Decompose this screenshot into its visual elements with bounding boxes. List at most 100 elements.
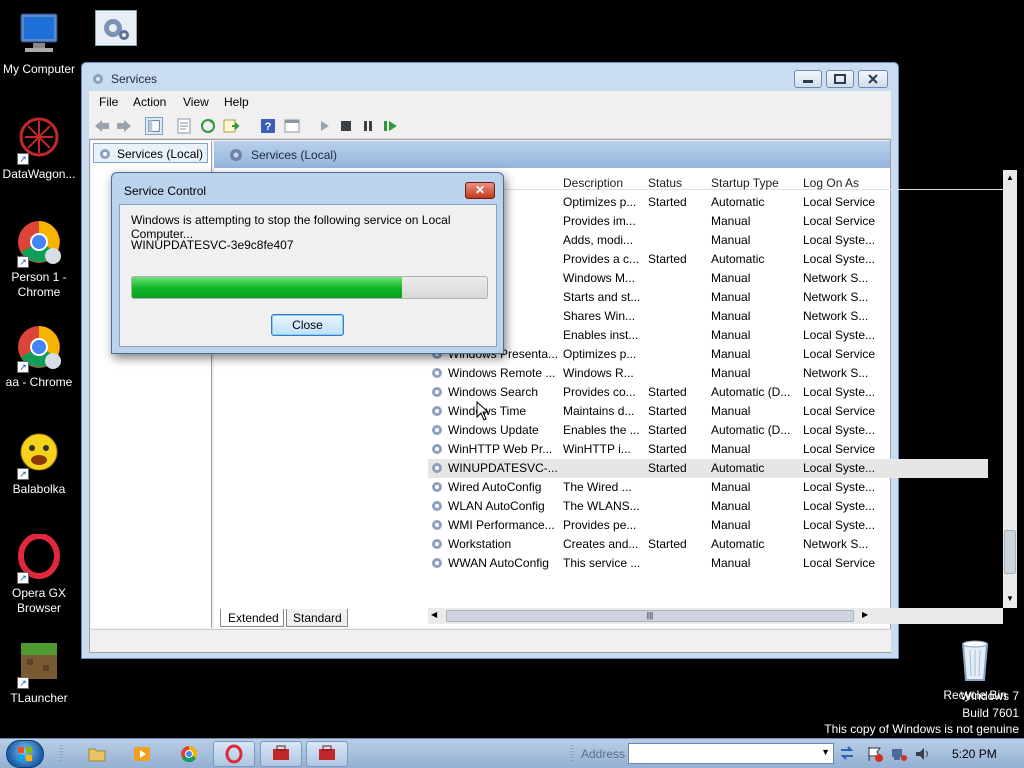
forward-icon[interactable] bbox=[115, 117, 133, 135]
column-startup-type[interactable]: Startup Type bbox=[711, 176, 779, 190]
service-log-on-as: Local Syste... bbox=[803, 461, 875, 475]
scroll-up-arrow-icon[interactable]: ▲ bbox=[1006, 173, 1014, 182]
desktop-icon-tlauncher[interactable]: ↗ TLauncher bbox=[0, 639, 78, 706]
dialog-close-button[interactable]: ✕ bbox=[465, 182, 495, 199]
shortcut-arrow-icon: ↗ bbox=[17, 361, 29, 373]
menu-file[interactable]: File bbox=[99, 95, 118, 109]
service-row[interactable]: Manage...Provides a c...StartedAutomatic… bbox=[428, 250, 988, 269]
service-log-on-as: Network S... bbox=[803, 271, 869, 285]
service-description: Windows R... bbox=[563, 366, 634, 380]
media-player-icon[interactable] bbox=[133, 745, 151, 763]
service-row[interactable]: Media P...Shares Win...ManualNetwork S..… bbox=[428, 307, 988, 326]
service-log-on-as: Local Syste... bbox=[803, 480, 875, 494]
service-description: Provides co... bbox=[563, 385, 636, 399]
recycle-bin-icon bbox=[951, 636, 999, 684]
toolbar-grip-icon[interactable] bbox=[569, 743, 575, 765]
scroll-right-arrow-icon[interactable]: ▶ bbox=[862, 610, 868, 619]
column-description[interactable]: Description bbox=[563, 176, 623, 190]
network-icon[interactable] bbox=[890, 745, 908, 763]
address-input[interactable]: ▼ bbox=[628, 743, 834, 764]
service-startup-type: Manual bbox=[711, 309, 751, 323]
column-status[interactable]: Status bbox=[648, 176, 682, 190]
refresh-icon[interactable] bbox=[199, 117, 217, 135]
chevron-down-icon[interactable]: ▼ bbox=[821, 747, 830, 757]
desktop-icon-my-computer[interactable]: My Computer bbox=[0, 10, 78, 77]
service-row[interactable]: WMI Performance... Provides pe... Manual Lo… bbox=[428, 516, 988, 535]
start-service-icon[interactable] bbox=[315, 117, 333, 135]
service-gear-icon bbox=[432, 368, 442, 378]
menu-action[interactable]: Action bbox=[133, 95, 166, 109]
taskbar-item-toolbox-1[interactable] bbox=[260, 741, 302, 767]
service-row[interactable]: Wired AutoConfig The Wired ... Manual Local… bbox=[428, 478, 988, 497]
back-icon[interactable] bbox=[93, 117, 111, 135]
view-icon[interactable] bbox=[283, 117, 301, 135]
scroll-thumb[interactable] bbox=[1004, 530, 1016, 574]
scroll-thumb[interactable]: ||| bbox=[446, 610, 854, 622]
service-row[interactable]: Media C...Windows M...ManualNetwork S... bbox=[428, 269, 988, 288]
service-row[interactable]: Windows Update Enables the ... Started Auto… bbox=[428, 421, 988, 440]
services-gear-icon bbox=[230, 149, 242, 161]
service-row[interactable]: nstallerAdds, modi...ManualLocal Syste..… bbox=[428, 231, 988, 250]
service-row[interactable]: Font Ca...Optimizes p...StartedAutomatic… bbox=[428, 193, 988, 212]
service-row[interactable]: Windows Remote ... Windows R... Manual Netw… bbox=[428, 364, 988, 383]
menu-view[interactable]: View bbox=[183, 95, 209, 109]
chrome-icon[interactable] bbox=[180, 745, 198, 763]
column-log-on-as[interactable]: Log On As bbox=[803, 176, 859, 190]
window-close-button[interactable] bbox=[858, 70, 888, 88]
service-startup-type: Manual bbox=[711, 366, 751, 380]
menu-help[interactable]: Help bbox=[224, 95, 249, 109]
show-hide-console-tree-icon[interactable] bbox=[145, 117, 163, 135]
service-row[interactable]: WWAN AutoConfig This service ... Manual Loc… bbox=[428, 554, 988, 573]
toolbar-grip-icon[interactable] bbox=[58, 743, 64, 765]
action-center-flag-icon[interactable] bbox=[866, 745, 884, 763]
service-control-dialog: Service Control ✕ Windows is attempting … bbox=[111, 172, 504, 354]
desktop-icon-aa-chrome[interactable]: ↗ aa - Chrome bbox=[0, 323, 78, 390]
volume-icon[interactable] bbox=[914, 745, 932, 763]
taskbar-item-toolbox-2[interactable] bbox=[306, 741, 348, 767]
restart-service-icon[interactable] bbox=[381, 117, 399, 135]
maximize-button[interactable] bbox=[826, 70, 854, 88]
stop-service-icon[interactable] bbox=[337, 117, 355, 135]
desktop-icon-balabolka[interactable]: ↗ Balabolka bbox=[0, 430, 78, 497]
desktop-icon-datawagon[interactable]: ↗ DataWagon... bbox=[0, 115, 78, 182]
scroll-left-arrow-icon[interactable]: ◀ bbox=[431, 610, 437, 619]
service-row[interactable]: mage A...Provides im...ManualLocal Servi… bbox=[428, 212, 988, 231]
service-log-on-as: Network S... bbox=[803, 537, 869, 551]
service-row[interactable]: Windows Presenta... Optimizes p... Manual L… bbox=[428, 345, 988, 364]
service-row[interactable]: Media C...Starts and st...ManualNetwork … bbox=[428, 288, 988, 307]
close-button[interactable]: Close bbox=[271, 314, 344, 336]
vertical-scrollbar[interactable]: ▲ ▼ bbox=[1003, 170, 1017, 608]
desktop-icon-person1-chrome[interactable]: ↗ Person 1 - Chrome bbox=[0, 218, 78, 300]
tab-extended[interactable]: Extended bbox=[220, 609, 284, 627]
service-name: WinHTTP Web Pr... bbox=[448, 442, 553, 456]
scroll-down-arrow-icon[interactable]: ▼ bbox=[1006, 594, 1014, 603]
desktop-icon-label: TLauncher bbox=[10, 691, 68, 705]
desktop-icon-services-shortcut[interactable] bbox=[77, 10, 155, 50]
desktop-icon-opera-gx[interactable]: ↗ Opera GX Browser bbox=[0, 533, 78, 616]
properties-icon[interactable] bbox=[175, 117, 193, 135]
service-row[interactable]: Module...Enables inst...ManualLocal Syst… bbox=[428, 326, 988, 345]
horizontal-scrollbar[interactable]: ◀ ||| ▶ bbox=[428, 608, 1003, 624]
opera-gx-icon bbox=[225, 744, 243, 764]
service-row[interactable]: WINUPDATESVC-... Started Automatic Local Sy… bbox=[428, 459, 988, 478]
minimize-button[interactable] bbox=[794, 70, 822, 88]
service-row[interactable]: WinHTTP Web Pr... WinHTTP i... Started Manu… bbox=[428, 440, 988, 459]
help-icon[interactable]: ? bbox=[259, 117, 277, 135]
service-row[interactable]: WLAN AutoConfig The WLANS... Manual Local S… bbox=[428, 497, 988, 516]
window-titlebar[interactable]: Services bbox=[82, 63, 898, 91]
service-row[interactable]: Workstation Creates and... Started Automati… bbox=[428, 535, 988, 554]
taskbar-item-opera[interactable] bbox=[213, 741, 255, 767]
folder-icon[interactable] bbox=[88, 745, 106, 763]
start-button[interactable] bbox=[6, 740, 44, 768]
service-row[interactable]: Windows Time Maintains d... Started Manual L… bbox=[428, 402, 988, 421]
service-row[interactable]: Windows Search Provides co... Started Autom… bbox=[428, 383, 988, 402]
service-status: Started bbox=[648, 195, 687, 209]
desktop-icon-label: My Computer bbox=[2, 62, 76, 76]
pause-service-icon[interactable] bbox=[359, 117, 377, 135]
tab-standard[interactable]: Standard bbox=[286, 609, 348, 627]
clock[interactable]: 5:20 PM bbox=[952, 747, 997, 761]
export-list-icon[interactable] bbox=[222, 117, 240, 135]
service-status: Started bbox=[648, 537, 687, 551]
tree-item-services-local[interactable]: Services (Local) bbox=[93, 143, 208, 163]
go-arrow-icon[interactable] bbox=[838, 744, 856, 762]
